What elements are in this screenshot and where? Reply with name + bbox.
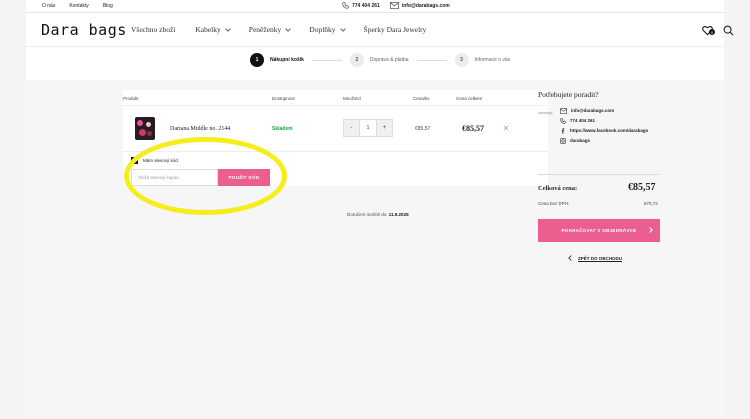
cart-header: Produkt Dostupnost Množství Cena/ks Cena… [123, 90, 548, 106]
step-label: Nákupní košík [270, 57, 304, 63]
search-icon [723, 25, 734, 36]
quantity-stepper: - 1 + [343, 119, 393, 137]
contact-text: 774 404 261 [570, 118, 596, 123]
chevron-left-icon [568, 255, 572, 261]
top-email[interactable]: info@darabags.com [389, 2, 450, 9]
col-unit-price: Cena/ks [413, 96, 430, 101]
cart-table: Produkt Dostupnost Množství Cena/ks Cena… [123, 90, 548, 215]
top-links: O nás Kontakty Blog [42, 3, 113, 9]
nav-item-jewelry[interactable]: Šperky Dara Jewelry [364, 25, 427, 34]
summary-divider [538, 174, 660, 175]
step-info[interactable]: 3 Informace o vás [454, 53, 511, 67]
vat-label: Cena bez DPH: [538, 201, 570, 206]
wishlist-count: 0 [709, 29, 715, 35]
contact-phone[interactable]: 774 404 261 [560, 118, 646, 124]
order-summary: Potřebujete poradit? darabags info@darab… [538, 90, 668, 261]
checkout-steps: 1 Nákupní košík 2 Doprava & platba 3 Inf… [250, 53, 510, 67]
product-name[interactable]: Dariana Middle no. 2144 [170, 126, 230, 132]
top-phone-text: 774 404 261 [352, 2, 380, 9]
delivery-date: 11.9.2025 [388, 212, 409, 217]
facebook-icon [561, 128, 565, 134]
coupon-section: ✓ Mám slevový kód Vložit slevový kupón P… [123, 137, 548, 215]
continue-order-label: POKRAČOVAT V OBJEDNÁVCE [561, 228, 637, 233]
contact-instagram[interactable]: darabags [560, 138, 646, 144]
nav-item-handbags[interactable]: Kabelky [195, 25, 231, 34]
product-thumbnail[interactable] [135, 117, 155, 140]
col-availability: Dostupnost [272, 96, 295, 101]
vat-value: €70,72 [644, 201, 658, 206]
top-phone[interactable]: 774 404 261 [342, 2, 380, 9]
contact-email[interactable]: info@darabags.com [560, 108, 646, 114]
mail-icon [389, 2, 399, 9]
contact-text: info@darabags.com [571, 108, 615, 113]
avatar: darabags [538, 111, 553, 115]
phone-icon [560, 118, 566, 124]
nav-item-all[interactable]: Všechno zboží [131, 25, 175, 34]
nav-item-wallets[interactable]: Peněženky [248, 25, 292, 34]
total-label: Celková cena: [538, 185, 578, 192]
header-icons: 0 [702, 23, 734, 36]
continue-order-button[interactable]: POKRAČOVAT V OBJEDNÁVCE [538, 219, 660, 242]
nav-label: Všechno zboží [131, 25, 176, 34]
logo[interactable]: Dara bags [41, 21, 127, 39]
quantity-input[interactable]: 1 [359, 120, 377, 136]
mail-icon [560, 108, 567, 114]
step-divider [311, 59, 342, 61]
step-divider [416, 59, 447, 61]
top-bar: O nás Kontakty Blog 774 404 261 info@dar… [26, 0, 724, 13]
main-nav: Všechno zboží Kabelky Peněženky Doplňky … [131, 25, 426, 34]
chevron-down-icon [285, 25, 292, 32]
phone-icon [342, 2, 349, 9]
chevron-down-icon [225, 25, 231, 32]
wishlist-button[interactable]: 0 [702, 23, 715, 36]
step-shipping[interactable]: 2 Doprava & platba [349, 53, 409, 67]
top-contact: 774 404 261 info@darabags.com [342, 2, 450, 9]
top-link-about[interactable]: O nás [42, 3, 55, 9]
col-product: Produkt [123, 96, 139, 101]
remove-item-button[interactable] [503, 123, 509, 133]
delivery-label: Doručení možné do: [347, 212, 388, 217]
contact-text: darabags [570, 138, 591, 143]
step-number: 3 [454, 53, 469, 67]
step-number: 2 [349, 53, 364, 67]
checkout-content: Produkt Dostupnost Množství Cena/ks Cena… [26, 80, 724, 419]
delivery-estimate: Doručení možné do: 11.9.2025 [347, 212, 409, 217]
col-quantity: Množství [343, 96, 362, 101]
nav-label: Peněženky [248, 25, 282, 34]
nav-item-accessories[interactable]: Doplňky [309, 25, 346, 34]
top-link-blog[interactable]: Blog [103, 3, 113, 9]
step-label: Doprava & platba [369, 57, 409, 63]
chevron-right-icon [647, 227, 653, 233]
total-value: €85,57 [628, 182, 656, 193]
availability-status: Skladem [272, 126, 293, 132]
page: O nás Kontakty Blog 774 404 261 info@dar… [26, 0, 734, 419]
top-link-contacts[interactable]: Kontakty [69, 3, 88, 9]
highlight-annotation [124, 137, 287, 215]
site-header: Dara bags Všechno zboží Kabelky Peněženk… [26, 14, 734, 47]
step-cart[interactable]: 1 Nákupní košík [250, 53, 304, 67]
step-label: Informace o vás [474, 57, 511, 63]
step-number: 1 [250, 53, 264, 67]
contact-text: https://www.facebook.com/darabags [570, 128, 649, 133]
search-button[interactable] [723, 23, 734, 36]
contact-list: info@darabags.com 774 404 261 https://ww… [560, 108, 649, 144]
nav-label: Šperky Dara Jewelry [363, 25, 427, 34]
top-email-text: info@darabags.com [401, 2, 450, 9]
line-total: €85,57 [462, 124, 484, 133]
nav-label: Doplňky [309, 25, 336, 34]
instagram-icon [560, 138, 566, 144]
col-total-price: Cena celkem [456, 96, 483, 101]
increase-button[interactable]: + [377, 120, 392, 136]
back-to-shop-label: ZPĚT DO OBCHODU [578, 255, 623, 261]
help-title: Potřebujete poradit? [538, 90, 599, 99]
back-to-shop-link[interactable]: ZPĚT DO OBCHODU [568, 255, 622, 261]
contact-facebook[interactable]: https://www.facebook.com/darabags [560, 128, 649, 134]
nav-label: Kabelky [195, 25, 221, 34]
close-icon [503, 125, 509, 131]
unit-price: €85,57 [415, 126, 431, 132]
decrease-button[interactable]: - [344, 120, 359, 136]
chevron-down-icon [339, 25, 346, 32]
